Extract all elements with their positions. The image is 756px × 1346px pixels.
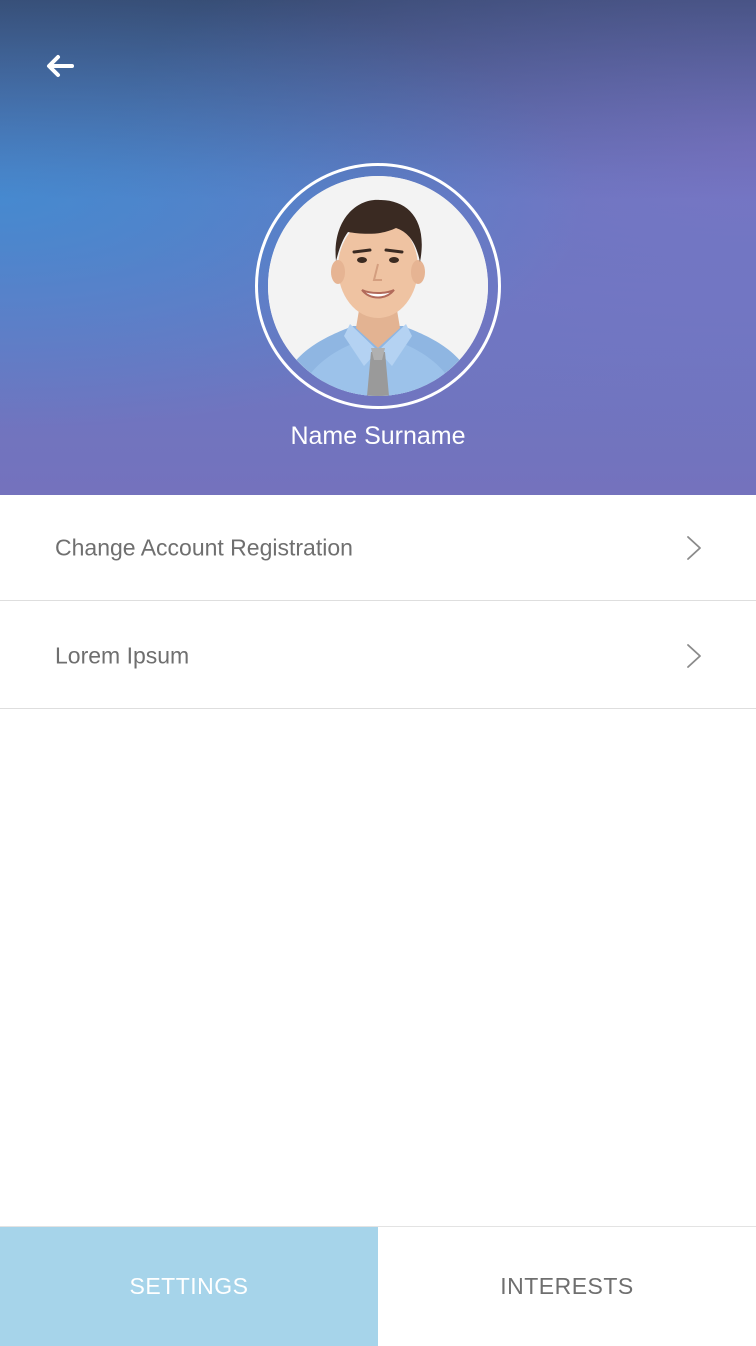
menu-item-change-account-registration[interactable]: Change Account Registration [0,495,756,601]
arrow-left-icon [47,55,74,77]
bottom-tab-bar: SETTINGS INTERESTS [0,1226,756,1346]
avatar[interactable] [268,176,488,396]
profile-header: Name Surname [0,0,756,495]
menu-item-label: Change Account Registration [55,534,353,560]
tab-settings[interactable]: SETTINGS [0,1227,378,1346]
tab-interests[interactable]: INTERESTS [378,1227,756,1346]
user-name: Name Surname [290,422,466,450]
chevron-right-icon [687,535,701,560]
avatar-ring [255,163,501,409]
back-button[interactable] [36,42,84,90]
menu-item-lorem-ipsum[interactable]: Lorem Ipsum [0,603,756,709]
profile-photo [268,176,488,396]
menu-item-label: Lorem Ipsum [55,642,190,668]
profile-screen: Name Surname Change Account Registration… [0,0,756,1346]
chevron-right-icon [687,643,701,668]
